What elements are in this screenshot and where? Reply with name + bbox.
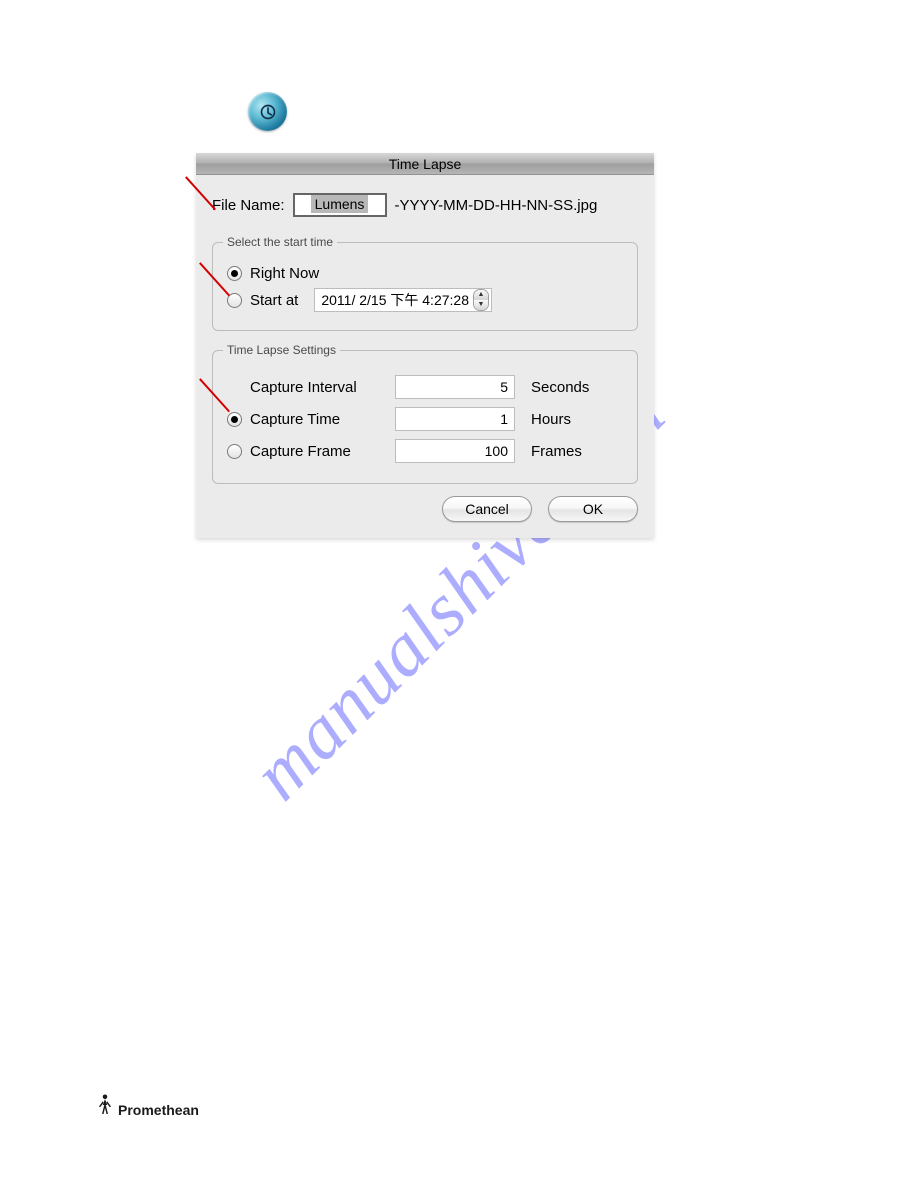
capture-frame-unit: Frames — [531, 443, 582, 460]
interval-input[interactable] — [395, 375, 515, 399]
right-now-row[interactable]: Right Now — [227, 265, 623, 282]
cancel-button[interactable]: Cancel — [442, 496, 532, 522]
spinner-down-icon[interactable]: ▼ — [474, 300, 488, 310]
start-at-row[interactable]: Start at 2011/ 2/15 下午 4:27:28 ▲ ▼ — [227, 288, 623, 312]
file-name-row: File Name: Lumens -YYYY-MM-DD-HH-NN-SS.j… — [212, 193, 638, 217]
settings-group: Time Lapse Settings Capture Interval Sec… — [212, 343, 638, 484]
file-name-label: File Name: — [212, 197, 285, 214]
ok-button[interactable]: OK — [548, 496, 638, 522]
interval-label: Capture Interval — [250, 379, 357, 396]
footer-logo: Promethean — [96, 1092, 199, 1118]
timer-icon-wrap — [248, 92, 654, 131]
capture-time-unit: Hours — [531, 411, 571, 428]
time-lapse-dialog: Time Lapse File Name: Lumens -YYYY-MM-DD… — [196, 153, 654, 538]
button-row: Cancel OK — [212, 496, 638, 522]
file-name-input[interactable]: Lumens — [293, 193, 387, 217]
datetime-spinner[interactable]: ▲ ▼ — [473, 289, 489, 311]
capture-time-input[interactable] — [395, 407, 515, 431]
capture-frame-row[interactable]: Capture Frame Frames — [227, 439, 623, 463]
capture-frame-label: Capture Frame — [250, 443, 351, 460]
dialog-titlebar: Time Lapse — [196, 153, 654, 175]
file-name-suffix: -YYYY-MM-DD-HH-NN-SS.jpg — [395, 197, 598, 214]
promethean-logo-icon — [96, 1092, 114, 1118]
start-at-datetime[interactable]: 2011/ 2/15 下午 4:27:28 ▲ ▼ — [314, 288, 492, 312]
capture-time-label: Capture Time — [250, 411, 340, 428]
spinner-up-icon[interactable]: ▲ — [474, 290, 488, 300]
settings-legend: Time Lapse Settings — [223, 343, 340, 357]
file-name-value: Lumens — [311, 195, 369, 213]
right-now-label: Right Now — [250, 265, 319, 282]
interval-row: Capture Interval Seconds — [227, 375, 623, 399]
timer-icon — [248, 92, 287, 131]
start-at-label: Start at — [250, 292, 298, 309]
datetime-value: 2011/ 2/15 下午 4:27:28 — [321, 290, 469, 310]
dialog-body: File Name: Lumens -YYYY-MM-DD-HH-NN-SS.j… — [196, 175, 654, 538]
start-time-group: Select the start time Right Now Start at… — [212, 235, 638, 331]
capture-frame-input[interactable] — [395, 439, 515, 463]
interval-unit: Seconds — [531, 379, 589, 396]
start-time-legend: Select the start time — [223, 235, 337, 249]
capture-time-row[interactable]: Capture Time Hours — [227, 407, 623, 431]
page-content: Time Lapse File Name: Lumens -YYYY-MM-DD… — [196, 92, 654, 538]
footer-brand: Promethean — [118, 1102, 199, 1118]
capture-time-radio[interactable] — [227, 412, 242, 427]
capture-frame-radio[interactable] — [227, 444, 242, 459]
right-now-radio[interactable] — [227, 266, 242, 281]
